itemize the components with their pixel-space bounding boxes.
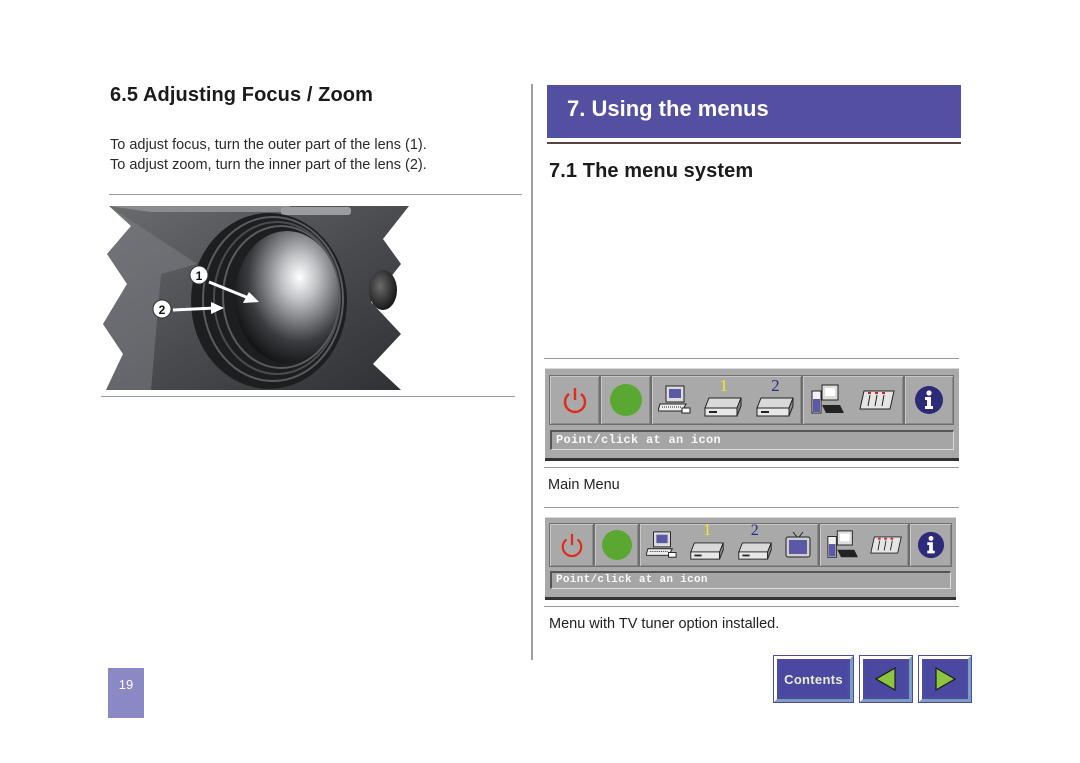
green-circle-icon (609, 384, 642, 416)
main-menu-bar: 1 2 Point/click at an icon (545, 368, 959, 461)
source-group: 1 2 (639, 522, 819, 567)
power-button[interactable] (549, 375, 600, 425)
source-1-label: 1 (719, 376, 728, 395)
instruction-line: To adjust zoom, turn the inner part of t… (110, 157, 427, 173)
video-source-2-icon (737, 542, 772, 560)
video-source-2-button[interactable]: 2 (737, 522, 773, 563)
next-arrow-icon (935, 666, 957, 692)
divider (544, 467, 959, 468)
main-menu-caption: Main Menu (548, 477, 620, 493)
video-source-1-button[interactable]: 1 (703, 376, 743, 420)
network-computer-icon[interactable] (810, 383, 844, 417)
status-button[interactable] (600, 375, 651, 425)
power-button[interactable] (549, 523, 594, 567)
page-number: 19 (108, 668, 144, 718)
settings-panel-icon[interactable] (858, 389, 896, 411)
power-icon (563, 388, 586, 414)
prev-arrow-icon (874, 666, 896, 692)
info-icon (915, 386, 943, 414)
callout-1: 1 (196, 269, 203, 283)
divider (544, 606, 959, 607)
chapter-title: 7. Using the menus (567, 96, 769, 121)
divider (544, 507, 959, 508)
source-1-label: 1 (703, 522, 712, 539)
info-icon (917, 531, 944, 559)
video-source-1-button[interactable]: 1 (689, 522, 725, 563)
divider (544, 358, 959, 359)
settings-panel-icon[interactable] (869, 535, 903, 555)
contents-label: Contents (784, 671, 843, 687)
computer-icon[interactable] (657, 384, 692, 416)
source-2-label: 2 (771, 376, 780, 395)
tv-tuner-menu-bar: 1 2 Point/click at an icon (545, 517, 956, 600)
info-button[interactable] (909, 523, 952, 567)
status-bar: Point/click at an icon (550, 571, 951, 589)
instruction-line: To adjust focus, turn the outer part of … (110, 137, 427, 153)
computer-icon[interactable] (645, 530, 678, 560)
info-button[interactable] (904, 375, 954, 425)
green-circle-icon (601, 530, 632, 560)
tools-group (802, 375, 904, 425)
callout-2: 2 (159, 303, 166, 317)
status-button[interactable] (594, 523, 639, 567)
video-source-1-icon (690, 542, 725, 560)
tv-icon[interactable] (784, 530, 812, 560)
section-heading-menu-system: 7.1 The menu system (549, 160, 754, 182)
divider (101, 396, 515, 397)
tv-menu-caption: Menu with TV tuner option installed. (549, 616, 780, 632)
tools-group (819, 523, 909, 567)
source-2-label: 2 (750, 522, 759, 539)
status-bar: Point/click at an icon (550, 430, 954, 450)
column-divider (531, 84, 533, 660)
video-source-1-icon (704, 397, 743, 417)
next-page-button[interactable] (919, 656, 971, 702)
network-computer-icon[interactable] (826, 529, 858, 561)
power-icon (561, 533, 582, 558)
contents-button[interactable]: Contents (774, 656, 853, 702)
lens-illustration: 1 2 (101, 204, 413, 390)
banner-underline (547, 142, 961, 144)
video-source-2-button[interactable]: 2 (755, 376, 795, 420)
video-source-2-icon (756, 397, 794, 417)
focus-zoom-instructions: To adjust focus, turn the outer part of … (110, 135, 427, 175)
section-heading-focus-zoom: 6.5 Adjusting Focus / Zoom (110, 84, 373, 106)
source-group: 1 2 (651, 375, 802, 425)
divider (109, 194, 522, 195)
previous-page-button[interactable] (860, 656, 912, 702)
